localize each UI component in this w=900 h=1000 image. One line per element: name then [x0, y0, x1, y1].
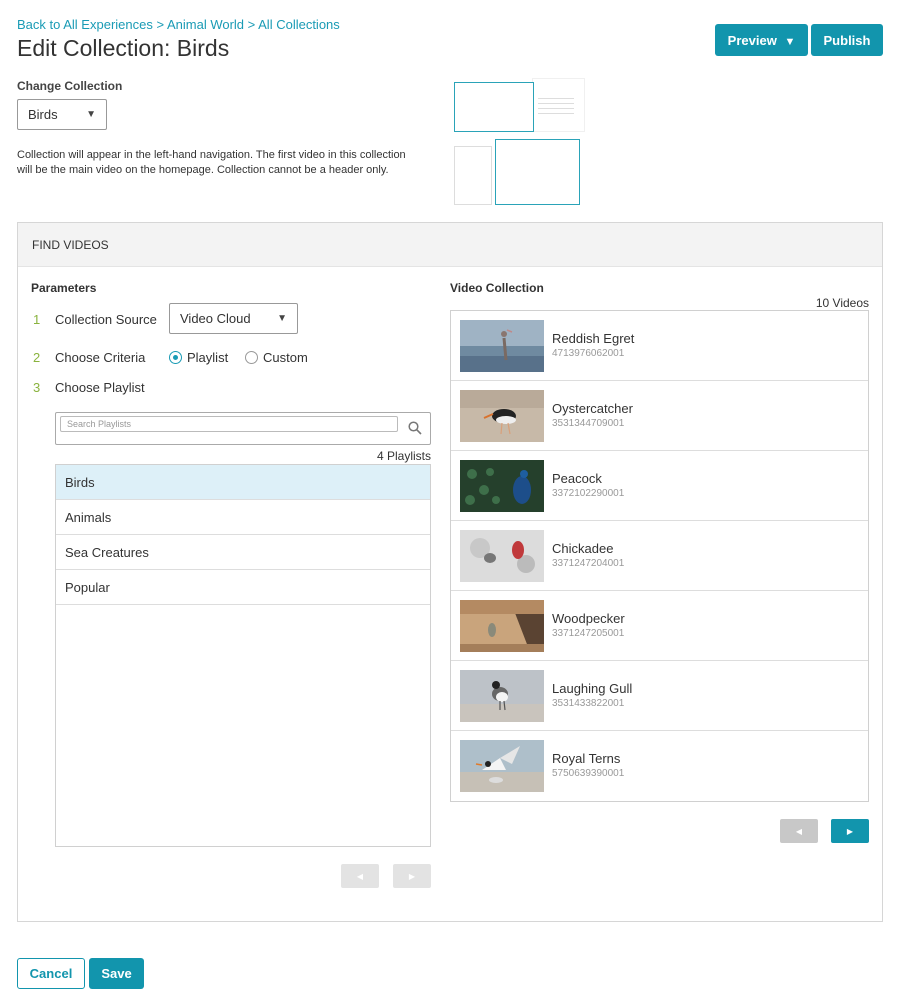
- breadcrumb: Back to All Experiences > Animal World >…: [17, 17, 340, 32]
- video-item[interactable]: Woodpecker 3371247205001: [451, 591, 868, 661]
- video-title: Royal Terns: [552, 751, 621, 766]
- parameters-label: Parameters: [31, 281, 97, 295]
- video-prev-button[interactable]: ◀: [780, 819, 818, 843]
- playlist-next-button[interactable]: ▶: [393, 864, 431, 888]
- video-thumbnail: [460, 600, 544, 652]
- video-item[interactable]: Laughing Gull 3531433822001: [451, 661, 868, 731]
- radio-custom-label: Custom: [263, 350, 308, 365]
- page-title: Edit Collection: Birds: [17, 35, 230, 61]
- search-icon[interactable]: [408, 421, 422, 435]
- step-label-choose-playlist: Choose Playlist: [55, 380, 145, 395]
- playlist-item-sea-creatures[interactable]: Sea Creatures: [56, 535, 430, 570]
- breadcrumb-back-link[interactable]: Back to All Experiences: [17, 17, 153, 32]
- radio-playlist-label: Playlist: [187, 350, 229, 365]
- step-number: 2: [33, 350, 41, 365]
- find-videos-panel: FIND VIDEOS Parameters 1 Collection Sour…: [17, 222, 883, 922]
- video-id: 3531344709001: [552, 418, 625, 429]
- step-label-choose-criteria: Choose Criteria: [55, 350, 146, 365]
- collection-source-select[interactable]: Video Cloud ▼: [169, 303, 298, 334]
- video-title: Laughing Gull: [552, 681, 633, 696]
- video-count: 10 Videos: [815, 296, 869, 310]
- video-item[interactable]: Reddish Egret 4713976062001: [451, 311, 868, 381]
- caret-down-icon: ▼: [86, 109, 96, 120]
- playlist-item-birds[interactable]: Birds: [56, 465, 430, 500]
- video-id: 3371247205001: [552, 628, 625, 639]
- video-thumbnail: [460, 740, 544, 792]
- playlist-count: 4 Playlists: [376, 449, 431, 463]
- video-title: Woodpecker: [552, 611, 625, 626]
- find-videos-header: FIND VIDEOS: [18, 223, 882, 267]
- layout-preview-graphic: [450, 78, 585, 208]
- publish-button[interactable]: Publish: [811, 24, 883, 56]
- video-item[interactable]: Oystercatcher 3531344709001: [451, 381, 868, 451]
- playlist-item-popular[interactable]: Popular: [56, 570, 430, 605]
- step-number: 1: [33, 312, 41, 327]
- step-number: 3: [33, 380, 41, 395]
- playlist-search-input[interactable]: [60, 416, 398, 432]
- chevron-down-icon: ▼: [784, 35, 796, 48]
- video-collection-label: Video Collection: [450, 281, 544, 295]
- cancel-button[interactable]: Cancel: [17, 958, 85, 989]
- breadcrumb-separator: >: [244, 17, 259, 32]
- video-item[interactable]: Royal Terns 5750639390001: [451, 731, 868, 801]
- video-collection-list: Reddish Egret 4713976062001 Oystercatche…: [450, 310, 869, 802]
- video-id: 5750639390001: [552, 768, 625, 779]
- radio-unselected-icon: [245, 351, 258, 364]
- preview-button[interactable]: Preview ▼: [715, 24, 808, 56]
- radio-selected-icon: [169, 351, 182, 364]
- breadcrumb-animal-world-link[interactable]: Animal World: [167, 17, 244, 32]
- collection-select[interactable]: Birds ▼: [17, 99, 107, 130]
- video-id: 4713976062001: [552, 348, 625, 359]
- step-label-collection-source: Collection Source: [55, 312, 157, 327]
- radio-playlist[interactable]: Playlist: [169, 350, 228, 365]
- video-id: 3372102290001: [552, 488, 625, 499]
- change-collection-label: Change Collection: [17, 79, 123, 93]
- video-title: Oystercatcher: [552, 401, 633, 416]
- breadcrumb-separator: >: [152, 17, 167, 32]
- video-thumbnail: [460, 460, 544, 512]
- video-title: Reddish Egret: [552, 331, 635, 346]
- video-thumbnail: [460, 530, 544, 582]
- video-title: Peacock: [552, 471, 602, 486]
- collection-select-value: Birds: [28, 107, 58, 122]
- playlist-item-animals[interactable]: Animals: [56, 500, 430, 535]
- video-title: Chickadee: [552, 541, 614, 556]
- video-next-button[interactable]: ▶: [831, 819, 869, 843]
- collection-help-text: Collection will appear in the left-hand …: [17, 149, 406, 176]
- video-thumbnail: [460, 320, 544, 372]
- video-item[interactable]: Chickadee 3371247204001: [451, 521, 868, 591]
- save-button[interactable]: Save: [89, 958, 144, 989]
- video-id: 3531433822001: [552, 698, 625, 709]
- preview-label: Preview: [727, 32, 777, 48]
- playlist-list: Birds Animals Sea Creatures Popular: [55, 464, 431, 847]
- radio-custom[interactable]: Custom: [245, 350, 308, 365]
- playlist-search: [55, 412, 431, 445]
- video-item[interactable]: Peacock 3372102290001: [451, 451, 868, 521]
- breadcrumb-all-collections-link[interactable]: All Collections: [258, 17, 340, 32]
- caret-down-icon: ▼: [277, 313, 287, 324]
- playlist-prev-button[interactable]: ◀: [341, 864, 379, 888]
- collection-source-value: Video Cloud: [180, 311, 251, 326]
- video-id: 3371247204001: [552, 558, 625, 569]
- video-thumbnail: [460, 670, 544, 722]
- video-thumbnail: [460, 390, 544, 442]
